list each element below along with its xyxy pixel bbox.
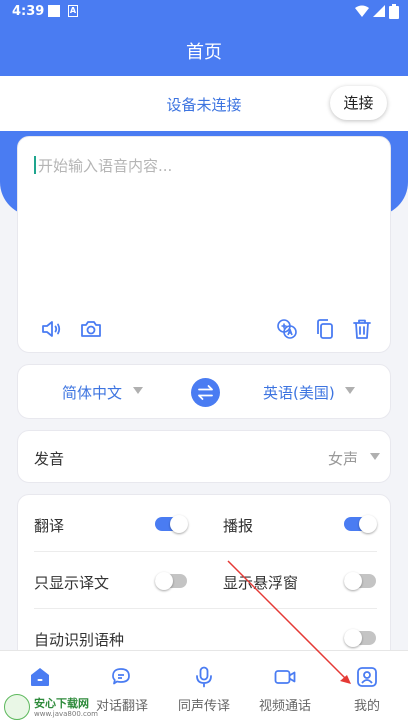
watermark-url: www.java800.com [34,710,98,718]
annotation-arrow [227,560,351,684]
watermark-name: 安心下载网 [34,697,89,710]
site-watermark: 安心下载网 www.java800.com [4,692,126,722]
watermark-logo [4,694,30,720]
